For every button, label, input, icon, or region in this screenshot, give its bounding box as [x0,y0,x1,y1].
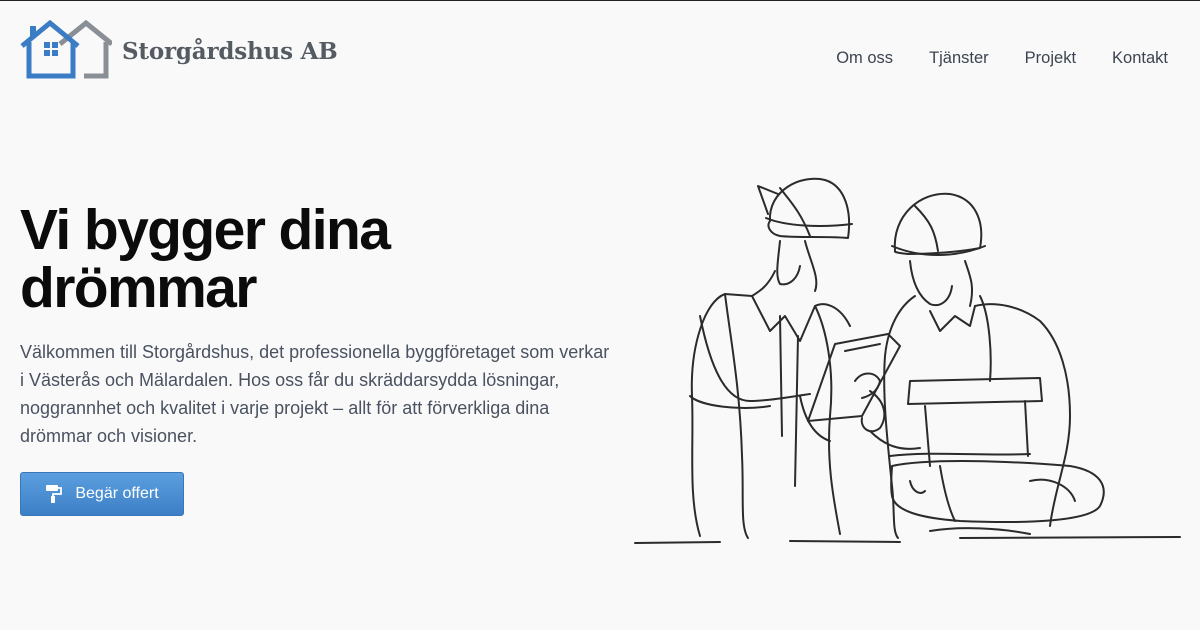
nav-item-kontakt[interactable]: Kontakt [1112,49,1168,68]
request-quote-button[interactable]: Begär offert [20,472,184,516]
request-quote-label: Begär offert [75,485,159,502]
paint-roller-icon [46,485,63,503]
hero-title-line-2: drömmar [20,256,257,320]
nav-item-projekt[interactable]: Projekt [1025,49,1076,68]
hero-title-line-1: Vi bygger dina [20,198,391,262]
hero-description: Välkommen till Storgårdshus, det profess… [20,342,610,446]
brand-name: Storgårdshus AB [122,37,338,65]
site-header: Storgårdshus AB Om oss Tjänster Projekt … [0,1,1200,117]
house-logo-icon [20,20,112,79]
nav-item-om-oss[interactable]: Om oss [836,49,893,68]
nav-item-tjanster[interactable]: Tjänster [929,49,989,68]
construction-workers-illustration [630,166,1190,561]
main-nav: Om oss Tjänster Projekt Kontakt [836,49,1168,68]
logo[interactable]: Storgårdshus AB [20,20,338,80]
hero-title: Vi bygger dina drömmar [20,201,580,317]
